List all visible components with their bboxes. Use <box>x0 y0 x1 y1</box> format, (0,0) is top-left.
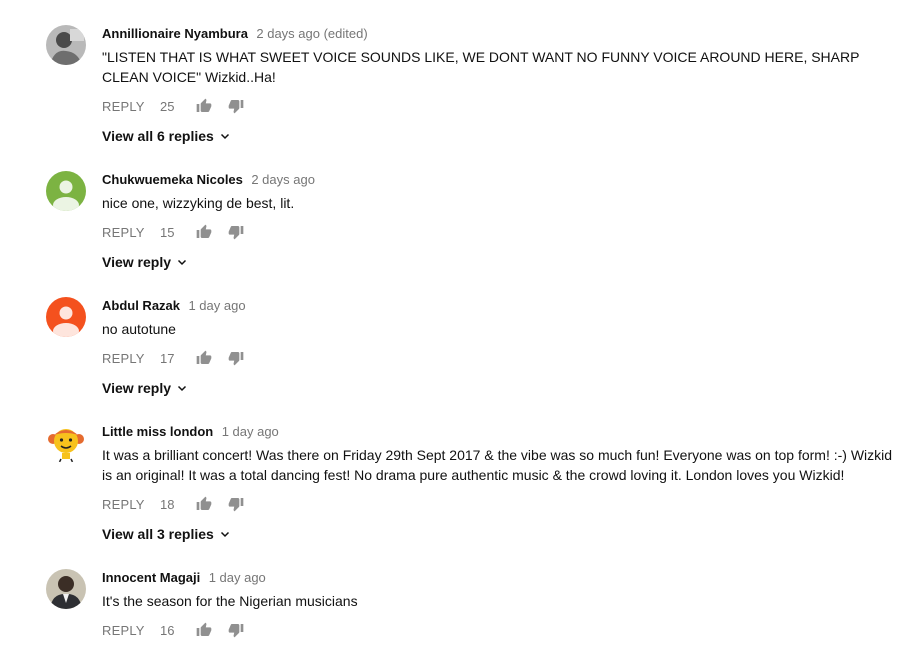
comment-actions: REPLY 16 <box>102 617 900 643</box>
like-button[interactable] <box>196 222 228 242</box>
comment-text: It was a brilliant concert! Was there on… <box>102 447 893 483</box>
user-photo-icon <box>46 25 86 65</box>
user-photo-icon <box>46 569 86 609</box>
view-replies-button[interactable]: View all 3 replies <box>102 524 231 544</box>
reply-button[interactable]: REPLY <box>102 351 160 366</box>
thumbs-down-icon <box>228 100 244 114</box>
thumbs-down-icon <box>228 624 244 638</box>
like-count: 25 <box>160 98 175 114</box>
comment-author[interactable]: Innocent Magaji <box>102 570 200 585</box>
like-count: 18 <box>160 496 175 512</box>
comment-timestamp[interactable]: 2 days ago (edited) <box>256 26 367 41</box>
default-user-icon <box>46 171 86 211</box>
comment-actions: REPLY 17 <box>102 345 900 371</box>
default-user-icon <box>46 297 86 337</box>
avatar[interactable] <box>46 171 86 211</box>
view-replies-label: View reply <box>102 380 172 396</box>
like-button[interactable] <box>196 348 228 368</box>
comment-timestamp[interactable]: 1 day ago <box>222 424 279 439</box>
chevron-down-icon <box>176 382 188 394</box>
view-replies-button[interactable]: View all 6 replies <box>102 126 231 146</box>
thumbs-up-icon <box>196 224 212 238</box>
like-count: 15 <box>160 224 175 240</box>
like-count: 16 <box>160 622 175 638</box>
comment-author[interactable]: Little miss london <box>102 424 213 439</box>
like-count: 17 <box>160 350 175 366</box>
chevron-down-icon <box>219 130 231 142</box>
like-button[interactable] <box>196 96 228 116</box>
view-replies-label: View reply <box>102 254 172 270</box>
dislike-button[interactable] <box>228 96 260 116</box>
comment-timestamp[interactable]: 2 days ago <box>251 172 315 187</box>
chevron-down-icon <box>219 528 231 540</box>
comment-text: It's the season for the Nigerian musicia… <box>102 593 358 609</box>
comment-timestamp[interactable]: 1 day ago <box>188 298 245 313</box>
thumbs-down-icon <box>228 352 244 366</box>
thumbs-down-icon <box>228 226 244 240</box>
dislike-button[interactable] <box>228 222 260 242</box>
reply-button[interactable]: REPLY <box>102 623 160 638</box>
cartoon-character-icon <box>46 423 86 463</box>
avatar[interactable] <box>46 423 86 463</box>
comment-text: nice one, wizzyking de best, lit. <box>102 195 295 211</box>
comment-actions: REPLY 25 <box>102 93 900 119</box>
comment-author[interactable]: Abdul Razak <box>102 298 180 313</box>
comment-text: "LISTEN THAT IS WHAT SWEET VOICE SOUNDS … <box>102 49 860 85</box>
avatar[interactable] <box>46 297 86 337</box>
avatar[interactable] <box>46 569 86 609</box>
reply-button[interactable]: REPLY <box>102 497 160 512</box>
comment-timestamp[interactable]: 1 day ago <box>209 570 266 585</box>
avatar[interactable] <box>46 25 86 65</box>
comment-actions: REPLY 18 <box>102 491 900 517</box>
view-replies-button[interactable]: View reply <box>102 252 188 272</box>
comment-actions: REPLY 15 <box>102 219 900 245</box>
comment-author[interactable]: Chukwuemeka Nicoles <box>102 172 243 187</box>
thumbs-up-icon <box>196 350 212 364</box>
like-button[interactable] <box>196 494 228 514</box>
view-replies-label: View all 6 replies <box>102 128 214 144</box>
comments-section: Annillionaire Nyambura 2 days ago (edite… <box>0 0 906 652</box>
comment-author[interactable]: Annillionaire Nyambura <box>102 26 248 41</box>
thumbs-down-icon <box>228 498 244 512</box>
reply-button[interactable]: REPLY <box>102 225 160 240</box>
thumbs-up-icon <box>196 622 212 636</box>
chevron-down-icon <box>176 256 188 268</box>
dislike-button[interactable] <box>228 348 260 368</box>
like-button[interactable] <box>196 620 228 640</box>
thumbs-up-icon <box>196 98 212 112</box>
thumbs-up-icon <box>196 496 212 510</box>
view-replies-label: View all 3 replies <box>102 526 214 542</box>
dislike-button[interactable] <box>228 620 260 640</box>
view-replies-button[interactable]: View reply <box>102 378 188 398</box>
dislike-button[interactable] <box>228 494 260 514</box>
comment-text: no autotune <box>102 321 176 337</box>
reply-button[interactable]: REPLY <box>102 99 160 114</box>
